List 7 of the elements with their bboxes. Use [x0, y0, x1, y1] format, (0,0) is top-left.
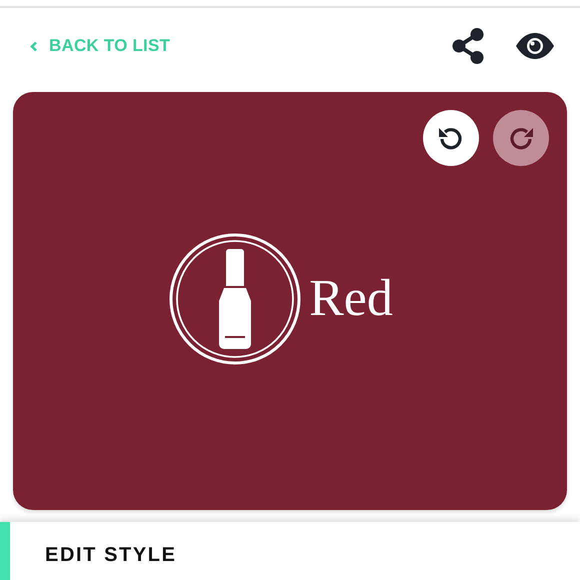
eye-icon[interactable]: [516, 33, 554, 59]
share-icon[interactable]: [452, 28, 484, 64]
logo-text: Red: [309, 273, 393, 325]
chevron-left-icon: [30, 40, 38, 52]
nail-polish-icon: [169, 233, 302, 365]
panel-title: EDIT STYLE: [44, 543, 178, 567]
back-link[interactable]: BACK TO LIST: [30, 36, 170, 56]
